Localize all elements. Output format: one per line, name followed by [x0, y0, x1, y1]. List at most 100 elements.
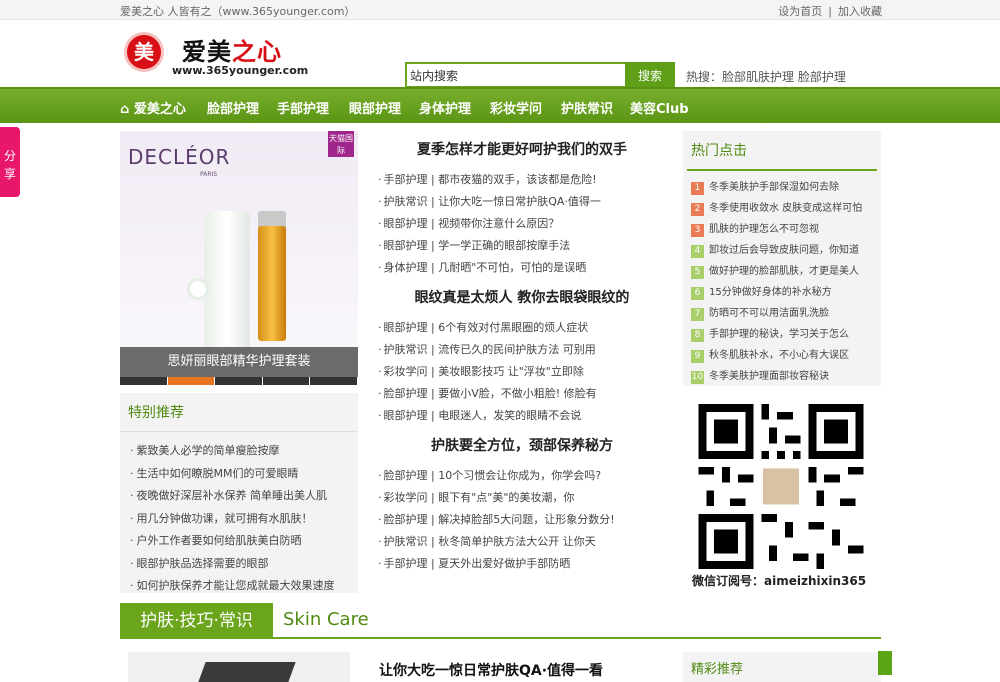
- skin-care-title: Skin Care: [283, 609, 369, 630]
- hot-item-text: 冬季使用收敛水 皮肤变成这样可怕: [709, 203, 863, 214]
- qr-code-icon: [697, 404, 865, 569]
- slider-dot[interactable]: [262, 377, 311, 385]
- rank-badge: 10: [691, 371, 704, 384]
- nav-club[interactable]: 美容Club: [630, 98, 689, 117]
- list-item[interactable]: 7 防晒可不可以用洁面乳洗脸: [691, 303, 881, 324]
- rank-badge: 1: [691, 182, 704, 195]
- rank-badge: 5: [691, 266, 704, 279]
- site-slogan: 爱美之心 人皆有之（www.365younger.com）: [120, 5, 356, 18]
- hot-item-text: 15分钟做好身体的补水秘方: [709, 287, 832, 298]
- list-item[interactable]: 护肤常识 | 秋冬简单护肤方法大公开 让你天: [372, 531, 672, 553]
- list-item[interactable]: 5 做好护理的脸部肌肤，才更是美人: [691, 261, 881, 282]
- list-item[interactable]: 护肤常识 | 流传已久的民间护肤方法 可别用: [372, 339, 672, 361]
- list-item[interactable]: 脸部护理 | 10个习惯会让你成为，你学会吗?: [372, 465, 672, 487]
- list-item[interactable]: 3 肌肤的护理怎么不可忽视: [691, 219, 881, 240]
- side-tab[interactable]: [878, 651, 892, 675]
- logo-text-b: 之心: [232, 38, 282, 66]
- hot-item-text: 手部护理的秘诀，学习关于怎么: [709, 329, 849, 340]
- slider-dots: [120, 377, 358, 385]
- list-item[interactable]: 彩妆学问 | 美妆眼影技巧 让"浮妆"立即除: [372, 361, 672, 383]
- set-home-link[interactable]: 设为首页: [778, 5, 822, 18]
- list-item[interactable]: 眼部护理 | 6个有效对付黑眼圈的烦人症状: [372, 317, 672, 339]
- article-thumbnail[interactable]: [128, 652, 350, 682]
- search-input[interactable]: [405, 62, 627, 88]
- rank-badge: 9: [691, 350, 704, 363]
- list-item[interactable]: 6 15分钟做好身体的补水秘方: [691, 282, 881, 303]
- hot-item-text: 卸妆过后会导致皮肤问题，你知道: [709, 245, 859, 256]
- block-headline[interactable]: 眼纹真是太烦人 教你去眼袋眼纹的: [372, 279, 672, 317]
- list-item[interactable]: 生活中如何瞭脱MM们的可爱眼睛: [130, 463, 350, 486]
- thumbnail-shape: [198, 662, 296, 682]
- hot-item-text: 做好护理的脸部肌肤，才更是美人: [709, 266, 859, 277]
- rank-badge: 2: [691, 203, 704, 216]
- list-item[interactable]: 眼部护理 | 学一学正确的眼部按摩手法: [372, 235, 672, 257]
- list-item[interactable]: 9 秋冬肌肤补水，不小心有大误区: [691, 345, 881, 366]
- slider-dot[interactable]: [120, 377, 168, 385]
- block-headline[interactable]: 护肤要全方位，颈部保养秘方: [372, 427, 672, 465]
- list-item[interactable]: 户外工作者要如何给肌肤美白防晒: [130, 530, 350, 553]
- list-item[interactable]: 夜晚做好深层补水保养 简单睡出美人肌: [130, 485, 350, 508]
- hot-search: 热搜：脸部肌肤护理 脸部护理: [686, 68, 846, 85]
- nav-body[interactable]: 身体护理: [419, 98, 471, 117]
- list-item[interactable]: 用几分钟做功课，就可拥有水肌肤！: [130, 508, 350, 531]
- list-item[interactable]: 如何护肤保养才能让您成就最大效果速度: [130, 575, 350, 598]
- rank-badge: 6: [691, 287, 704, 300]
- list-item[interactable]: 护肤常识 | 让你大吃一惊日常护肤QA·值得一: [372, 191, 672, 213]
- skin-care-tab[interactable]: 护肤·技巧·常识: [120, 603, 273, 639]
- block-headline[interactable]: 夏季怎样才能更好呵护我们的双手: [372, 131, 672, 169]
- nav-face[interactable]: 脸部护理: [207, 98, 259, 117]
- featured-title: 精彩推荐: [691, 662, 744, 677]
- slider-dot[interactable]: [215, 377, 263, 385]
- list-item[interactable]: 8 手部护理的秘诀，学习关于怎么: [691, 324, 881, 345]
- article-headline[interactable]: 让你大吃一惊日常护肤QA·值得一看: [379, 660, 603, 680]
- logo-text-a: 爱美: [182, 38, 232, 66]
- nav-hand[interactable]: 手部护理: [277, 98, 329, 117]
- list-item[interactable]: 眼部护理 | 视频带你注意什么原因？: [372, 213, 672, 235]
- main-nav: ⌂ 爱美之心 脸部护理 手部护理 眼部护理 身体护理 彩妆学问 护肤常识 美容C…: [0, 87, 1000, 123]
- top-bar: 爱美之心 人皆有之（www.365younger.com） 设为首页 | 加入收藏: [0, 0, 1000, 20]
- top-links: 设为首页 | 加入收藏: [778, 5, 882, 18]
- search-button[interactable]: 搜索: [625, 62, 675, 88]
- article-block: 夏季怎样才能更好呵护我们的双手 手部护理 | 都市夜猫的双手，该该都是危险! 护…: [372, 131, 672, 279]
- list-item[interactable]: 手部护理 | 都市夜猫的双手，该该都是危险!: [372, 169, 672, 191]
- nav-home[interactable]: ⌂ 爱美之心: [120, 98, 186, 117]
- list-item[interactable]: 身体护理 | 几耐晒"不可怕，可怕的是误晒: [372, 257, 672, 279]
- nav-skincare[interactable]: 护肤常识: [561, 98, 613, 117]
- banner-tag: 天猫国际: [328, 131, 354, 157]
- rank-badge: 8: [691, 329, 704, 342]
- special-recommend: 特别推荐 紫致美人必学的简单瘦脸按摩 生活中如何瞭脱MM们的可爱眼睛 夜晚做好深…: [120, 393, 358, 593]
- list-item[interactable]: 4 卸妆过后会导致皮肤问题，你知道: [691, 240, 881, 261]
- list-item[interactable]: 彩妆学问 | 眼下有"点"美"的美妆潮，你: [372, 487, 672, 509]
- nav-makeup[interactable]: 彩妆学问: [490, 98, 542, 117]
- hot-search-label: 热搜：: [686, 70, 723, 84]
- logo-icon[interactable]: 美: [124, 32, 164, 72]
- share-button[interactable]: 分享: [0, 127, 20, 197]
- nav-eye[interactable]: 眼部护理: [349, 98, 401, 117]
- slider-dot[interactable]: [310, 377, 358, 385]
- list-item[interactable]: 手部护理 | 夏天外出爱好做护手部防晒: [372, 553, 672, 575]
- home-icon: ⌂: [120, 102, 130, 117]
- list-item[interactable]: 脸部护理 | 解决掉脸部5大问题，让形象分数分!: [372, 509, 672, 531]
- logo-text[interactable]: 爱美之心: [182, 32, 282, 67]
- qr-caption: 微信订阅号：aimeizhixin365: [692, 574, 867, 588]
- special-title: 特别推荐: [120, 393, 358, 432]
- list-item[interactable]: 紫致美人必学的简单瘦脸按摩: [130, 440, 350, 463]
- hot-clicks: 热门点击 1 冬季美肤护手部保湿如何去除 2 冬季使用收敛水 皮肤变成这样可怕 3肌…: [683, 131, 881, 386]
- add-favorite-link[interactable]: 加入收藏: [838, 5, 882, 18]
- list-item[interactable]: 眼部护肤品选择需要的眼部: [130, 553, 350, 576]
- list-item[interactable]: 1 冬季美肤护手部保湿如何去除: [691, 177, 881, 198]
- product-bottle: [258, 226, 286, 341]
- article-block: 眼纹真是太烦人 教你去眼袋眼纹的 眼部护理 | 6个有效对付黑眼圈的烦人症状 护…: [372, 279, 672, 427]
- hot-clicks-title: 热门点击: [687, 131, 877, 171]
- list-item[interactable]: 眼部护理 | 电眼迷人，发笑的眼睛不会说: [372, 405, 672, 427]
- list-item[interactable]: 10 冬季美肤护理面部妆容秘诀: [691, 366, 881, 387]
- slider-dot-active[interactable]: [167, 377, 216, 385]
- banner-caption[interactable]: 思妍丽眼部精华护理套装: [120, 347, 358, 377]
- nav-home-label: 爱美之心: [133, 102, 186, 117]
- hot-search-words[interactable]: 脸部肌肤护理 脸部护理: [722, 70, 846, 84]
- right-column: 热门点击 1 冬季美肤护手部保湿如何去除 2 冬季使用收敛水 皮肤变成这样可怕 3肌…: [683, 131, 881, 386]
- skin-care-header: 护肤·技巧·常识 Skin Care: [120, 603, 881, 639]
- list-item[interactable]: 2 冬季使用收敛水 皮肤变成这样可怕: [691, 198, 881, 219]
- banner-slider[interactable]: DECLÉOR PARIS 天猫国际 思妍丽眼部精华护理套装: [120, 131, 358, 385]
- list-item[interactable]: 脸部护理 | 要做小V脸，不做小粗脸! 修脸有: [372, 383, 672, 405]
